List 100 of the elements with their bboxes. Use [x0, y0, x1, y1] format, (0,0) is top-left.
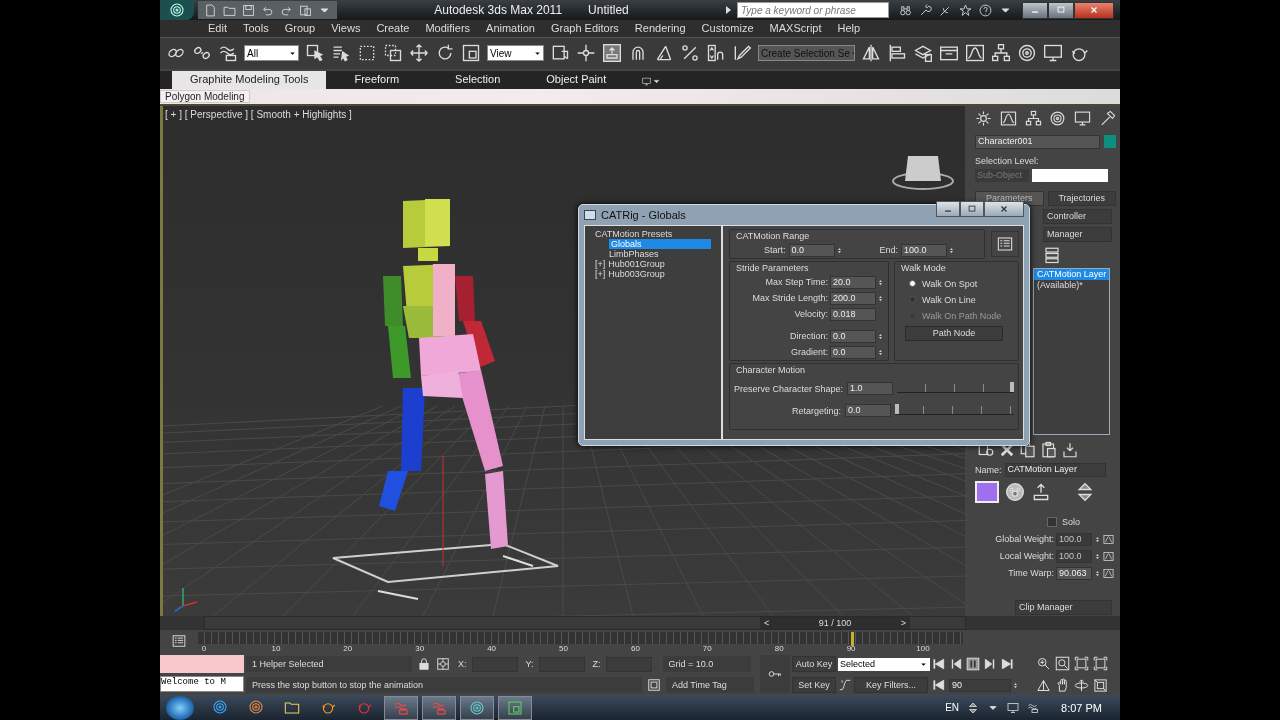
spinner-snap-icon[interactable]: [706, 43, 726, 64]
zoom-extents-all-icon[interactable]: [1093, 656, 1108, 672]
dropdown[interactable]: All: [244, 45, 299, 62]
curve-icon[interactable]: [1103, 567, 1114, 579]
key-mode-toggle-icon[interactable]: [932, 678, 946, 693]
motion-icon[interactable]: [1049, 110, 1067, 128]
radio-label[interactable]: Walk On Spot: [922, 278, 978, 289]
key-filters-button[interactable]: Key Filters...: [854, 677, 928, 694]
app-logo-button[interactable]: [160, 0, 194, 20]
number-field[interactable]: 0.0: [830, 345, 876, 359]
object-name-field[interactable]: Character001: [975, 134, 1100, 149]
select-icon[interactable]: [305, 43, 325, 64]
dropdown[interactable]: View: [487, 45, 544, 62]
search-field[interactable]: Type a keyword or phrase: [737, 2, 889, 18]
maxscript-listener-field[interactable]: [160, 655, 244, 674]
menu-item[interactable]: Customize: [693, 22, 762, 35]
end-field[interactable]: 100.0: [901, 243, 948, 257]
expand-arrow-icon[interactable]: [726, 6, 731, 14]
render-setup-icon[interactable]: [1043, 43, 1063, 64]
selection-level-dropdown[interactable]: [1032, 168, 1108, 182]
taskbar-button[interactable]: [460, 695, 494, 720]
display-icon[interactable]: [1074, 110, 1092, 128]
panel-tab[interactable]: Trajectories: [1047, 190, 1116, 206]
menu-item[interactable]: Edit: [200, 22, 235, 35]
zoom-icon[interactable]: [1036, 656, 1051, 672]
align-icon[interactable]: [887, 43, 907, 64]
volume-icon[interactable]: [1027, 701, 1040, 714]
checkbox[interactable]: [1047, 516, 1057, 527]
curve-icon[interactable]: [1103, 533, 1114, 545]
viewport-label[interactable]: [ + ] [ Perspective ] [ Smooth + Highlights ]: [165, 108, 352, 120]
field-of-view-icon[interactable]: [1036, 677, 1051, 693]
input-switch-icon[interactable]: [967, 701, 980, 714]
menu-item[interactable]: Graph Editors: [542, 22, 627, 35]
tree-item[interactable]: Hub001Group: [608, 258, 665, 269]
zoom-all-icon[interactable]: [1055, 656, 1070, 672]
menu-item[interactable]: Create: [368, 22, 418, 35]
modify-icon[interactable]: [999, 110, 1017, 128]
create-icon[interactable]: [975, 110, 992, 128]
utilities-icon[interactable]: [1099, 110, 1116, 128]
number-field[interactable]: 0.0: [830, 329, 876, 343]
maximize-icon[interactable]: [1056, 5, 1066, 15]
number-field[interactable]: 0.0: [845, 404, 892, 418]
start-button[interactable]: [166, 695, 194, 720]
tree-item[interactable]: Hub003Group: [608, 268, 665, 279]
maximize-viewport-icon[interactable]: [1093, 677, 1108, 693]
move-icon[interactable]: [409, 43, 429, 64]
ribbon-tab[interactable]: Freeform: [326, 70, 428, 89]
walking-character-drawing[interactable]: [332, 198, 559, 600]
radio-button[interactable]: [909, 296, 916, 304]
go-to-start-icon[interactable]: [932, 657, 946, 672]
time-slider[interactable]: < 91 / 100 >: [760, 616, 911, 629]
pan-icon[interactable]: [1055, 677, 1070, 693]
rollout-header[interactable]: Manager: [1043, 226, 1112, 242]
radio-button[interactable]: [909, 280, 916, 288]
close-icon[interactable]: [1089, 5, 1099, 15]
menu-item[interactable]: Rendering: [626, 22, 694, 35]
menu-item[interactable]: Modifiers: [417, 22, 479, 35]
up-down-arrows-icon[interactable]: [1075, 481, 1095, 502]
project-folder-icon[interactable]: [299, 3, 312, 17]
start-field[interactable]: 0.0: [788, 243, 835, 257]
material-editor-icon[interactable]: [1017, 43, 1037, 64]
percent-snap-icon[interactable]: [680, 43, 700, 64]
lock-icon[interactable]: [417, 657, 431, 672]
zoom-extents-icon[interactable]: [1074, 656, 1089, 672]
add-time-tag-button[interactable]: Add Time Tag: [666, 677, 754, 694]
menu-item[interactable]: MAXScript: [761, 22, 830, 35]
language-indicator[interactable]: EN: [945, 702, 960, 714]
window-crossing-icon[interactable]: [383, 43, 403, 64]
layer-item[interactable]: (Available)*: [1034, 279, 1109, 291]
layer-item[interactable]: CATMotion Layer: [1034, 268, 1109, 280]
maxscript-output-field[interactable]: Welcome to M: [160, 676, 244, 693]
number-field[interactable]: 200.0: [830, 291, 876, 305]
expand-toggle[interactable]: [+]: [595, 268, 606, 279]
transform-mode-icon[interactable]: [436, 657, 450, 672]
wrench-icon[interactable]: [919, 3, 932, 17]
tree-item[interactable]: CATMotion Presets: [595, 228, 673, 239]
stop-icon[interactable]: [966, 657, 980, 672]
save-icon[interactable]: [242, 3, 255, 17]
layer-stack-icon[interactable]: [1042, 245, 1062, 264]
rollout-header[interactable]: Clip Manager: [1015, 599, 1112, 615]
time-tag-icon[interactable]: [647, 678, 661, 693]
key-tangent-icon[interactable]: [838, 678, 852, 693]
manipulate-icon[interactable]: [576, 43, 596, 64]
auto-key-button[interactable]: Auto Key: [792, 656, 836, 673]
upload-icon[interactable]: [1031, 481, 1051, 502]
ribbon-options-button[interactable]: [642, 74, 662, 89]
number-field[interactable]: 20.0: [830, 275, 876, 289]
layers-icon[interactable]: [913, 43, 933, 64]
orbit-icon[interactable]: [1074, 677, 1089, 693]
current-frame-field[interactable]: 90: [949, 678, 1011, 692]
tree-item[interactable]: LimbPhases: [609, 248, 659, 259]
layer-name-field[interactable]: CATMotion Layer: [1004, 462, 1106, 477]
menu-item[interactable]: Animation: [478, 22, 543, 35]
menu-item[interactable]: Views: [323, 22, 369, 35]
key-mode-dropdown[interactable]: Selected: [838, 657, 930, 671]
number-field[interactable]: 90.063: [1056, 566, 1092, 580]
previous-frame-icon[interactable]: [949, 657, 963, 672]
menu-item[interactable]: Group: [276, 22, 324, 35]
scale-icon[interactable]: [461, 43, 481, 64]
star-icon[interactable]: [959, 3, 972, 17]
